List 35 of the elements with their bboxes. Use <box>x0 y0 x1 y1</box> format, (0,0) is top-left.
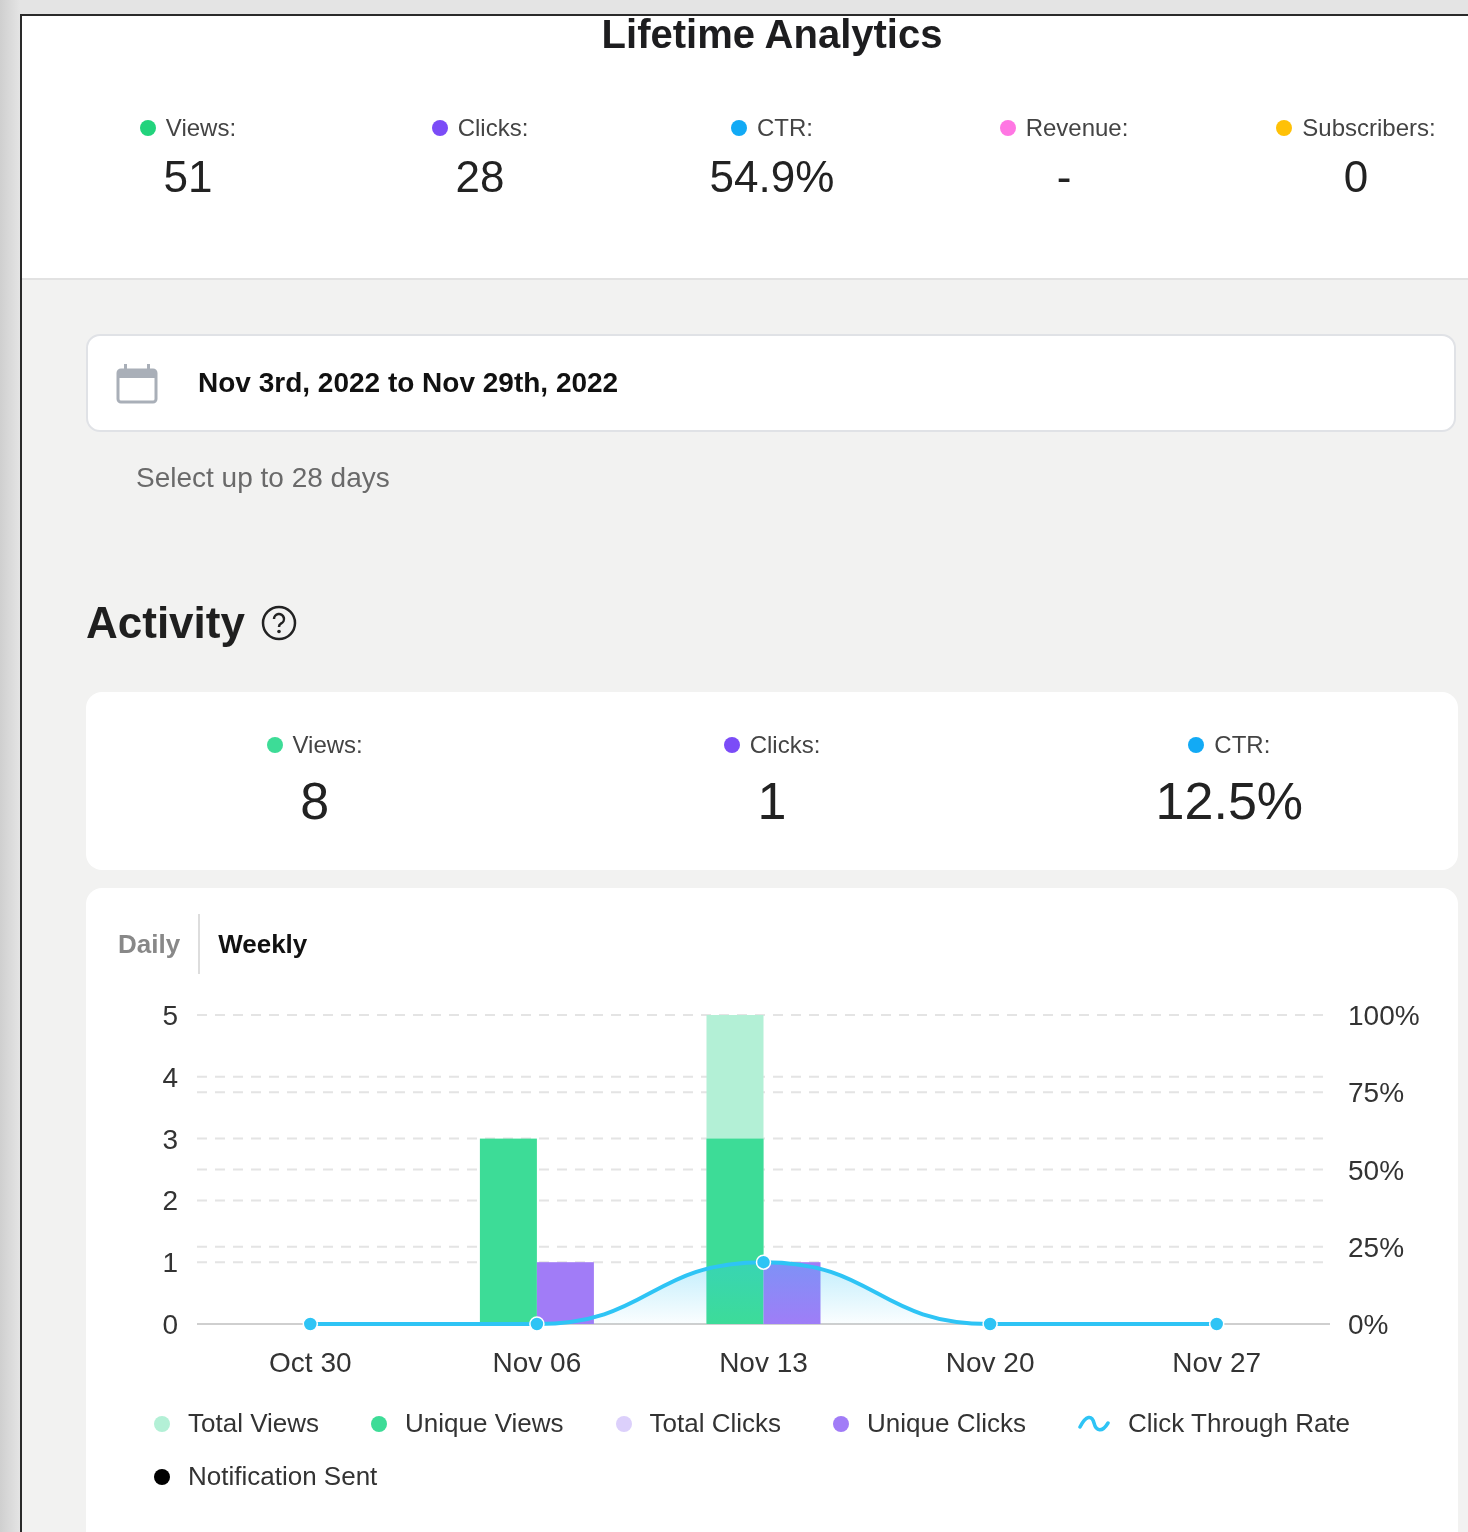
axis-tick-label: 0 <box>162 1309 178 1340</box>
stat-label: CTR: <box>1214 731 1271 759</box>
stat-value: 28 <box>455 152 505 202</box>
axis-tick-label: Nov 20 <box>945 1347 1035 1378</box>
stat-value: 54.9% <box>709 152 835 202</box>
stat-label: Revenue: <box>1025 114 1129 142</box>
axis-tick-label: 50% <box>1348 1154 1405 1186</box>
axis-tick-label: Oct 30 <box>269 1347 352 1378</box>
stat-value: 1 <box>757 771 787 831</box>
axis-tick-label: Nov 13 <box>719 1347 808 1378</box>
stat-label: Clicks: <box>749 731 821 759</box>
axis-tick-label: 100% <box>1348 1000 1420 1031</box>
stat-value: - <box>1056 152 1072 202</box>
axis-tick-label: 3 <box>162 1123 178 1155</box>
stat-label: CTR: <box>757 114 813 142</box>
axis-tick-label: 25% <box>1348 1231 1405 1263</box>
date-range-hint: Select up to 28 days <box>136 462 391 494</box>
stat-value: 8 <box>300 771 330 831</box>
stat-label: Clicks: <box>457 114 529 142</box>
stat-label: Views: <box>165 114 237 142</box>
axis-tick-label: Nov 27 <box>1172 1347 1262 1378</box>
axis-tick-label: 4 <box>162 1061 178 1093</box>
stat-value: 51 <box>163 152 213 202</box>
page-title: Lifetime Analytics <box>600 16 944 58</box>
axis-tick-label: 2 <box>162 1185 178 1217</box>
axis-tick-label: 0% <box>1348 1309 1389 1340</box>
stat-label: Subscribers: <box>1302 114 1436 142</box>
axis-tick-label: 75% <box>1348 1077 1405 1109</box>
axis-tick-label: 1 <box>162 1247 178 1279</box>
stat-value: 0 <box>1343 152 1369 202</box>
axis-tick-label: Nov 06 <box>492 1347 582 1378</box>
stat-value: 12.5% <box>1155 771 1304 831</box>
section-heading: Activity <box>86 598 245 648</box>
axis-tick-label: 5 <box>162 1000 178 1031</box>
stat-label: Views: <box>292 731 363 759</box>
